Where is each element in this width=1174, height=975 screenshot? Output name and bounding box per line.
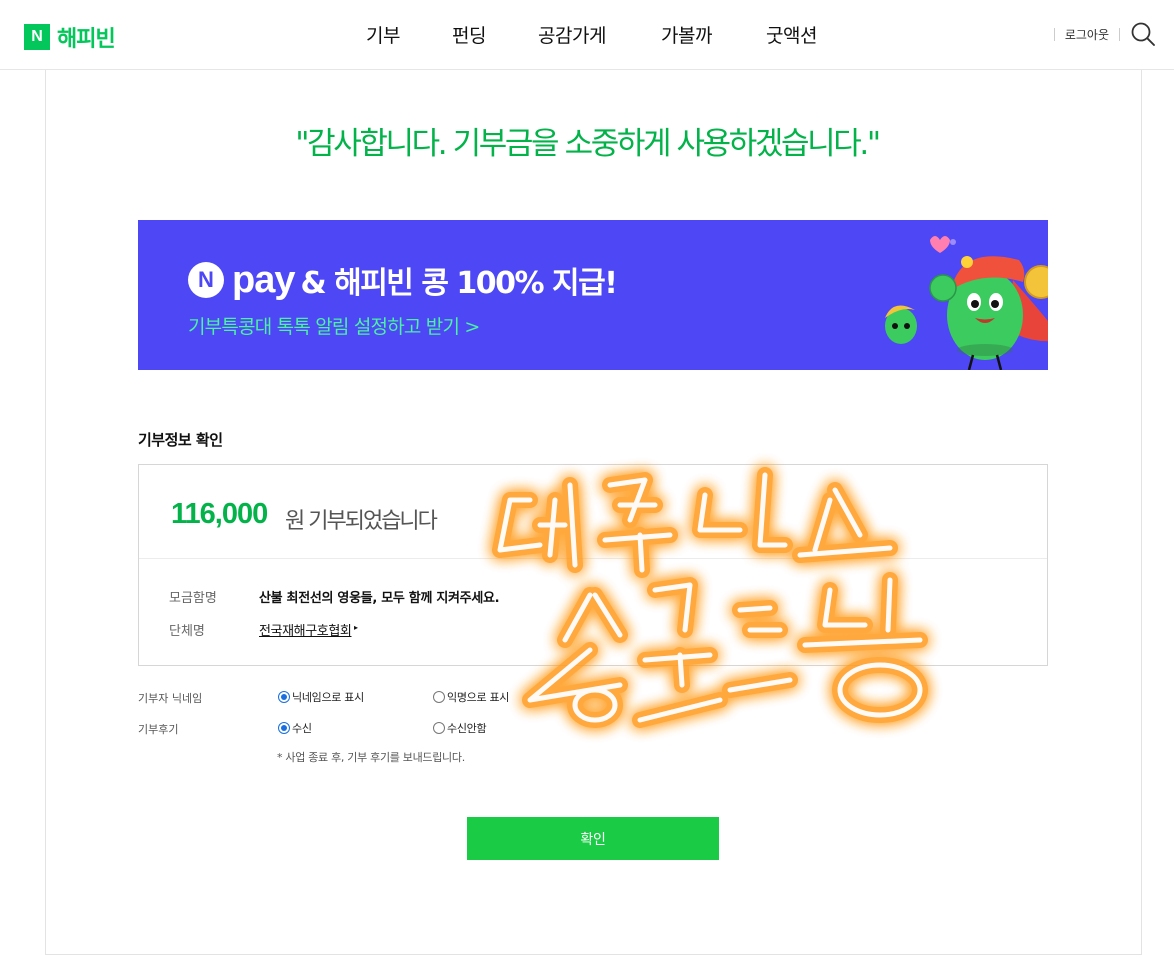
divider (1119, 27, 1120, 41)
nav-item-donate[interactable]: 기부 (366, 21, 400, 48)
radio-selected-icon (278, 722, 290, 734)
banner-headline-text: & 해피빈 콩 100% 지급! (300, 266, 617, 301)
divider (1053, 27, 1055, 41)
org-name-link[interactable]: 전국재해구호협회 (259, 620, 352, 639)
review-note: * 사업 종료 후, 기부 후기를 보내드립니다. (277, 751, 465, 764)
donation-info-box: 116,000 원 기부되었습니다 모금함명 산불 최전선의 영웅들, 모두 함… (138, 464, 1048, 666)
banner-headline: N pay & 해피빈 콩 100% 지급! (188, 258, 618, 302)
confirm-button[interactable]: 확인 (467, 817, 719, 860)
nav-item-funding[interactable]: 펀딩 (452, 21, 486, 48)
nav-item-store[interactable]: 공감가게 (538, 21, 606, 48)
radio-label: 수신 (292, 722, 312, 735)
campaign-name: 산불 최전선의 영웅들, 모두 함께 지켜주세요. (259, 591, 500, 606)
radio-show-nickname[interactable]: 닉네임으로 표시 (278, 689, 364, 705)
radio-unselected-icon (433, 691, 445, 703)
donation-amount: 116,000 (171, 498, 268, 530)
logo-text: 해피빈 (57, 27, 116, 52)
radio-selected-icon (278, 691, 290, 703)
campaign-label: 모금함명 (169, 591, 217, 606)
chevron-right-icon: ▸ (354, 623, 359, 632)
npay-promo-banner[interactable]: N pay & 해피빈 콩 100% 지급! 기부특콩대 톡톡 알림 설정하고 … (138, 220, 1048, 370)
section-title-donation-info: 기부정보 확인 (138, 431, 223, 449)
thanks-message: "감사합니다. 기부금을 소중하게 사용하겠습니다." (295, 126, 881, 162)
top-header: N 해피빈 기부 펀딩 공감가게 가볼까 굿액션 로그아웃 (0, 0, 1174, 70)
org-label: 단체명 (169, 624, 205, 639)
happybean-logo[interactable]: N 해피빈 (24, 21, 116, 53)
nav-item-goodaction[interactable]: 굿액션 (766, 21, 817, 48)
review-label: 기부후기 (138, 723, 179, 736)
radio-label: 수신안함 (447, 722, 487, 735)
search-icon[interactable] (1130, 21, 1156, 47)
radio-unselected-icon (433, 722, 445, 734)
radio-no-review[interactable]: 수신안함 (433, 720, 487, 736)
banner-subtext-link[interactable]: 기부특콩대 톡톡 알림 설정하고 받기 > (188, 312, 480, 339)
npay-n-icon: N (188, 262, 224, 298)
radio-label: 익명으로 표시 (447, 691, 510, 704)
donation-amount-suffix: 원 기부되었습니다 (285, 509, 438, 534)
nav-item-visit[interactable]: 가볼까 (661, 21, 712, 48)
global-nav: 기부 펀딩 공감가게 가볼까 굿액션 (0, 0, 1174, 70)
nickname-label: 기부자 닉네임 (138, 692, 203, 705)
radio-label: 닉네임으로 표시 (292, 691, 364, 704)
logout-link[interactable]: 로그아웃 (1065, 26, 1109, 43)
bean-characters-illustration (723, 220, 1048, 370)
utility-menu: 로그아웃 (1044, 18, 1156, 50)
amount-row: 116,000 원 기부되었습니다 (139, 465, 1047, 559)
radio-receive-review[interactable]: 수신 (278, 720, 312, 736)
naver-n-logo-icon: N (24, 24, 50, 50)
pay-text: pay (232, 258, 295, 301)
radio-anonymous[interactable]: 익명으로 표시 (433, 689, 509, 705)
